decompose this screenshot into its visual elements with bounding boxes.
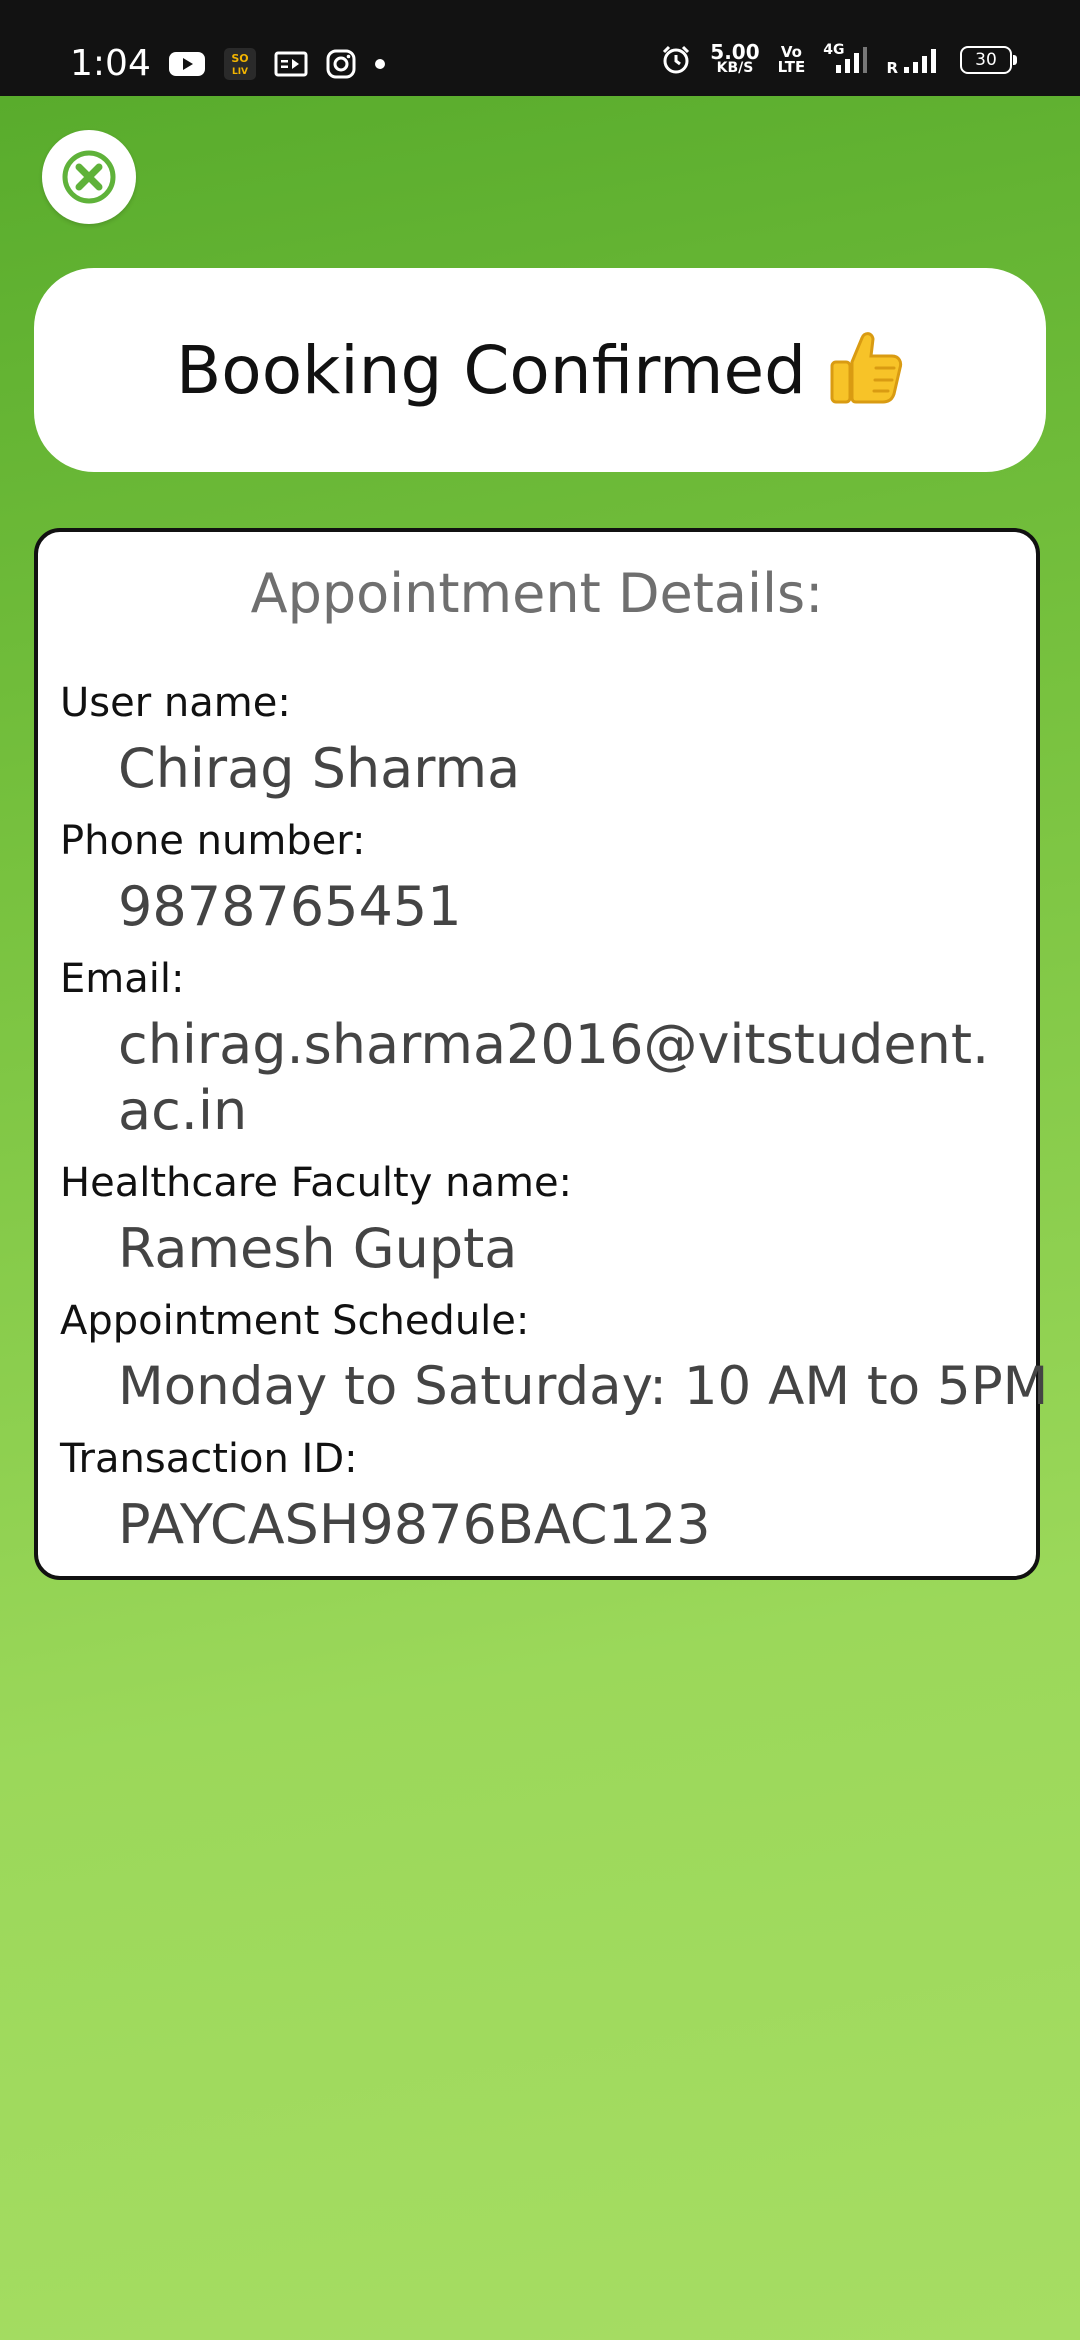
net-speed-value: 5.00: [710, 40, 760, 64]
faculty-name-label: Healthcare Faculty name:: [60, 1160, 573, 1206]
transaction-id-label: Transaction ID:: [60, 1436, 358, 1482]
appointment-details-card: Appointment Details: User name: Chirag S…: [34, 528, 1049, 1580]
notification-icons: SO LIV: [168, 48, 386, 80]
close-icon: [62, 150, 116, 204]
system-icons: 5.00 KB/S Vo LTE 4G R 30: [660, 40, 1017, 77]
details-title: Appointment Details:: [250, 562, 824, 625]
sony-liv-icon: SO LIV: [224, 48, 256, 80]
user-name-value: Chirag Sharma: [118, 737, 521, 800]
signal-4g-icon: 4G: [823, 42, 868, 75]
roaming-indicator: R: [886, 59, 898, 77]
signal-icon: R: [886, 45, 942, 77]
user-name-label: User name:: [60, 680, 291, 726]
phone-number-label: Phone number:: [60, 818, 366, 864]
media-icon: [274, 50, 308, 78]
faculty-name-value: Ramesh Gupta: [118, 1217, 518, 1280]
net-speed-unit: KB/S: [716, 60, 754, 76]
dot-icon: [374, 58, 386, 70]
volte-icon: Vo LTE: [778, 45, 806, 75]
youtube-icon: [168, 50, 206, 78]
network-type: 4G: [823, 42, 845, 58]
alarm-icon: [660, 44, 692, 76]
battery-icon: 30: [960, 46, 1017, 74]
schedule-value: Monday to Saturday: 10 AM to 5PM: [118, 1356, 1049, 1417]
svg-text:LIV: LIV: [232, 67, 248, 77]
volte-bottom: LTE: [777, 58, 806, 76]
booking-confirmed-banner: Booking Confirmed: [34, 268, 1046, 472]
instagram-icon: [326, 49, 356, 79]
email-value: chirag.sharma2016@vitstudent.ac.in: [118, 1013, 990, 1142]
status-time: 1:04: [70, 43, 151, 84]
phone-number-value: 9878765451: [118, 875, 462, 938]
schedule-label: Appointment Schedule:: [60, 1298, 530, 1344]
svg-text:SO: SO: [231, 52, 248, 65]
page-title: Booking Confirmed: [176, 331, 806, 409]
net-speed: 5.00 KB/S: [710, 40, 760, 76]
status-bar: 1:04 SO LIV 5.00 KB/S Vo LTE 4G R 30: [0, 0, 1080, 96]
close-button[interactable]: [42, 130, 136, 224]
transaction-id-value: PAYCASH9876BAC123: [118, 1493, 711, 1556]
thumbs-up-icon: [828, 328, 904, 413]
email-label: Email:: [60, 956, 185, 1002]
